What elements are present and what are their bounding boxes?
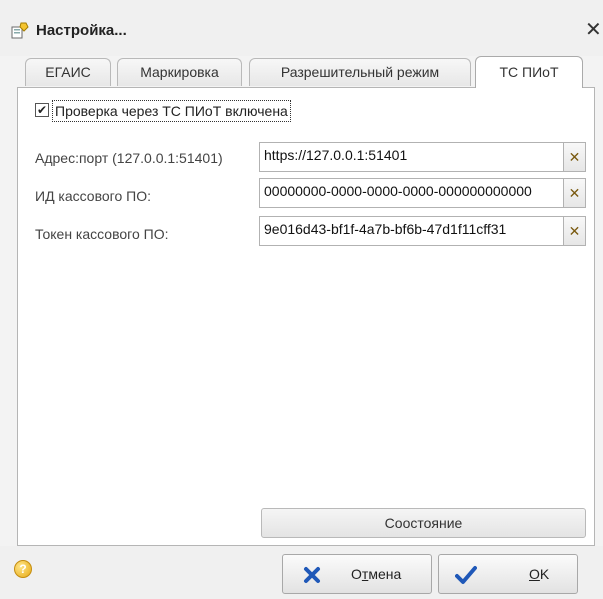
cancel-label: Отмена (351, 566, 402, 582)
cash-software-token-input[interactable]: 9e016d43-bf1f-4a7b-bf6b-47d1f11cff31 (259, 216, 564, 246)
tab-ts-piot[interactable]: ТС ПИоТ (475, 56, 583, 88)
settings-wrench-icon (11, 22, 29, 39)
cash-software-id-label: ИД кассового ПО: (35, 188, 151, 204)
address-port-input[interactable]: https://127.0.0.1:51401 (259, 142, 564, 172)
tab-egais[interactable]: ЕГАИС (25, 58, 111, 86)
clear-token-button[interactable]: ✕ (564, 216, 586, 246)
window-title: Настройка... (36, 22, 127, 39)
cash-software-id-input[interactable]: 00000000-0000-0000-0000-000000000000 (259, 178, 564, 208)
settings-dialog: Настройка... ✕ ЕГАИС Маркировка Разрешит… (0, 0, 603, 599)
ok-button[interactable]: OK (438, 554, 578, 594)
cash-software-token-label: Токен кассового ПО: (35, 226, 169, 242)
cancel-button[interactable]: Отмена (282, 554, 432, 594)
piot-enabled-checkbox[interactable]: ✔ (35, 103, 49, 117)
tab-permit-mode[interactable]: Разрешительный режим (249, 58, 471, 86)
ok-label: OK (529, 566, 550, 582)
help-icon[interactable]: ? (14, 560, 32, 578)
cancel-x-icon (304, 567, 320, 583)
piot-enabled-label[interactable]: Проверка через ТС ПИоТ включена (52, 100, 291, 122)
clear-id-button[interactable]: ✕ (564, 178, 586, 208)
address-port-label: Адрес:порт (127.0.0.1:51401) (35, 150, 223, 166)
tab-marking[interactable]: Маркировка (117, 58, 242, 86)
status-button[interactable]: Соостояние (261, 508, 586, 538)
title-bar: Настройка... ✕ (0, 0, 603, 56)
clear-address-button[interactable]: ✕ (564, 142, 586, 172)
close-icon[interactable]: ✕ (585, 18, 603, 42)
checkmark-icon (455, 566, 477, 584)
